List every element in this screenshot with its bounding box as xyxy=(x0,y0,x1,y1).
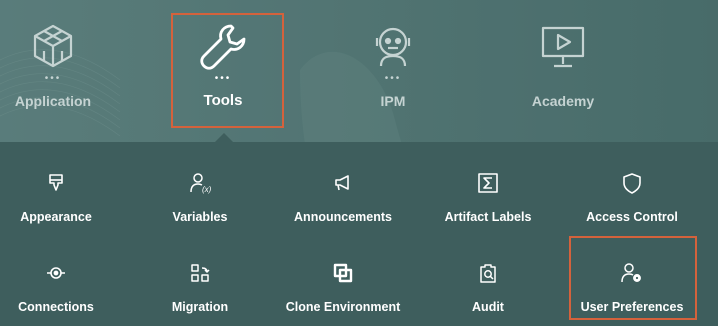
nav-tools[interactable]: ••• Tools xyxy=(163,0,283,140)
card-label: Access Control xyxy=(586,210,678,224)
user-gear-icon xyxy=(621,262,643,284)
more-dots: ••• xyxy=(214,73,232,84)
nav-label: Academy xyxy=(531,93,595,109)
sigma-icon xyxy=(477,172,499,194)
more-dots: ••• xyxy=(44,73,62,84)
card-clone-environment[interactable]: Clone Environment xyxy=(273,240,413,320)
card-appearance[interactable]: Appearance xyxy=(0,150,126,230)
tools-panel: Appearance (x) Variables Announcements A… xyxy=(0,142,718,326)
audit-icon xyxy=(477,262,499,284)
nav-label: Tools xyxy=(203,92,243,109)
nav-application[interactable]: ••• Application xyxy=(0,0,113,140)
card-migration[interactable]: Migration xyxy=(130,240,270,320)
nav-label: IPM xyxy=(380,93,406,109)
clone-icon xyxy=(332,262,354,284)
card-label: Appearance xyxy=(20,210,92,224)
migration-icon xyxy=(189,262,211,284)
panel-pointer xyxy=(215,133,233,142)
shield-icon xyxy=(621,172,643,194)
card-label: Clone Environment xyxy=(285,300,401,314)
card-label: Migration xyxy=(171,300,229,314)
more-dots: ••• xyxy=(384,73,402,84)
megaphone-icon xyxy=(332,172,354,194)
card-connections[interactable]: Connections xyxy=(0,240,126,320)
card-label: Connections xyxy=(18,300,94,314)
card-user-preferences[interactable]: User Preferences xyxy=(562,240,702,320)
card-label: Artifact Labels xyxy=(444,210,532,224)
nav-academy[interactable]: Academy xyxy=(503,0,623,140)
card-access-control[interactable]: Access Control xyxy=(562,150,702,230)
card-artifact-labels[interactable]: Artifact Labels xyxy=(418,150,558,230)
svg-text:(x): (x) xyxy=(202,185,212,194)
cube-icon xyxy=(29,22,77,70)
card-announcements[interactable]: Announcements xyxy=(273,150,413,230)
wrench-icon xyxy=(197,20,249,72)
card-label: User Preferences xyxy=(580,300,684,314)
card-label: Variables xyxy=(172,210,228,224)
video-monitor-icon xyxy=(539,22,587,70)
card-label: Audit xyxy=(472,300,504,314)
nav-label: Application xyxy=(14,93,92,109)
robot-icon xyxy=(369,22,417,70)
card-audit[interactable]: Audit xyxy=(418,240,558,320)
nav-ipm[interactable]: ••• IPM xyxy=(333,0,453,140)
brush-icon xyxy=(45,172,67,194)
connections-icon xyxy=(45,262,67,284)
card-variables[interactable]: (x) Variables xyxy=(130,150,270,230)
user-variable-icon: (x) xyxy=(189,172,212,194)
card-label: Announcements xyxy=(294,210,392,224)
